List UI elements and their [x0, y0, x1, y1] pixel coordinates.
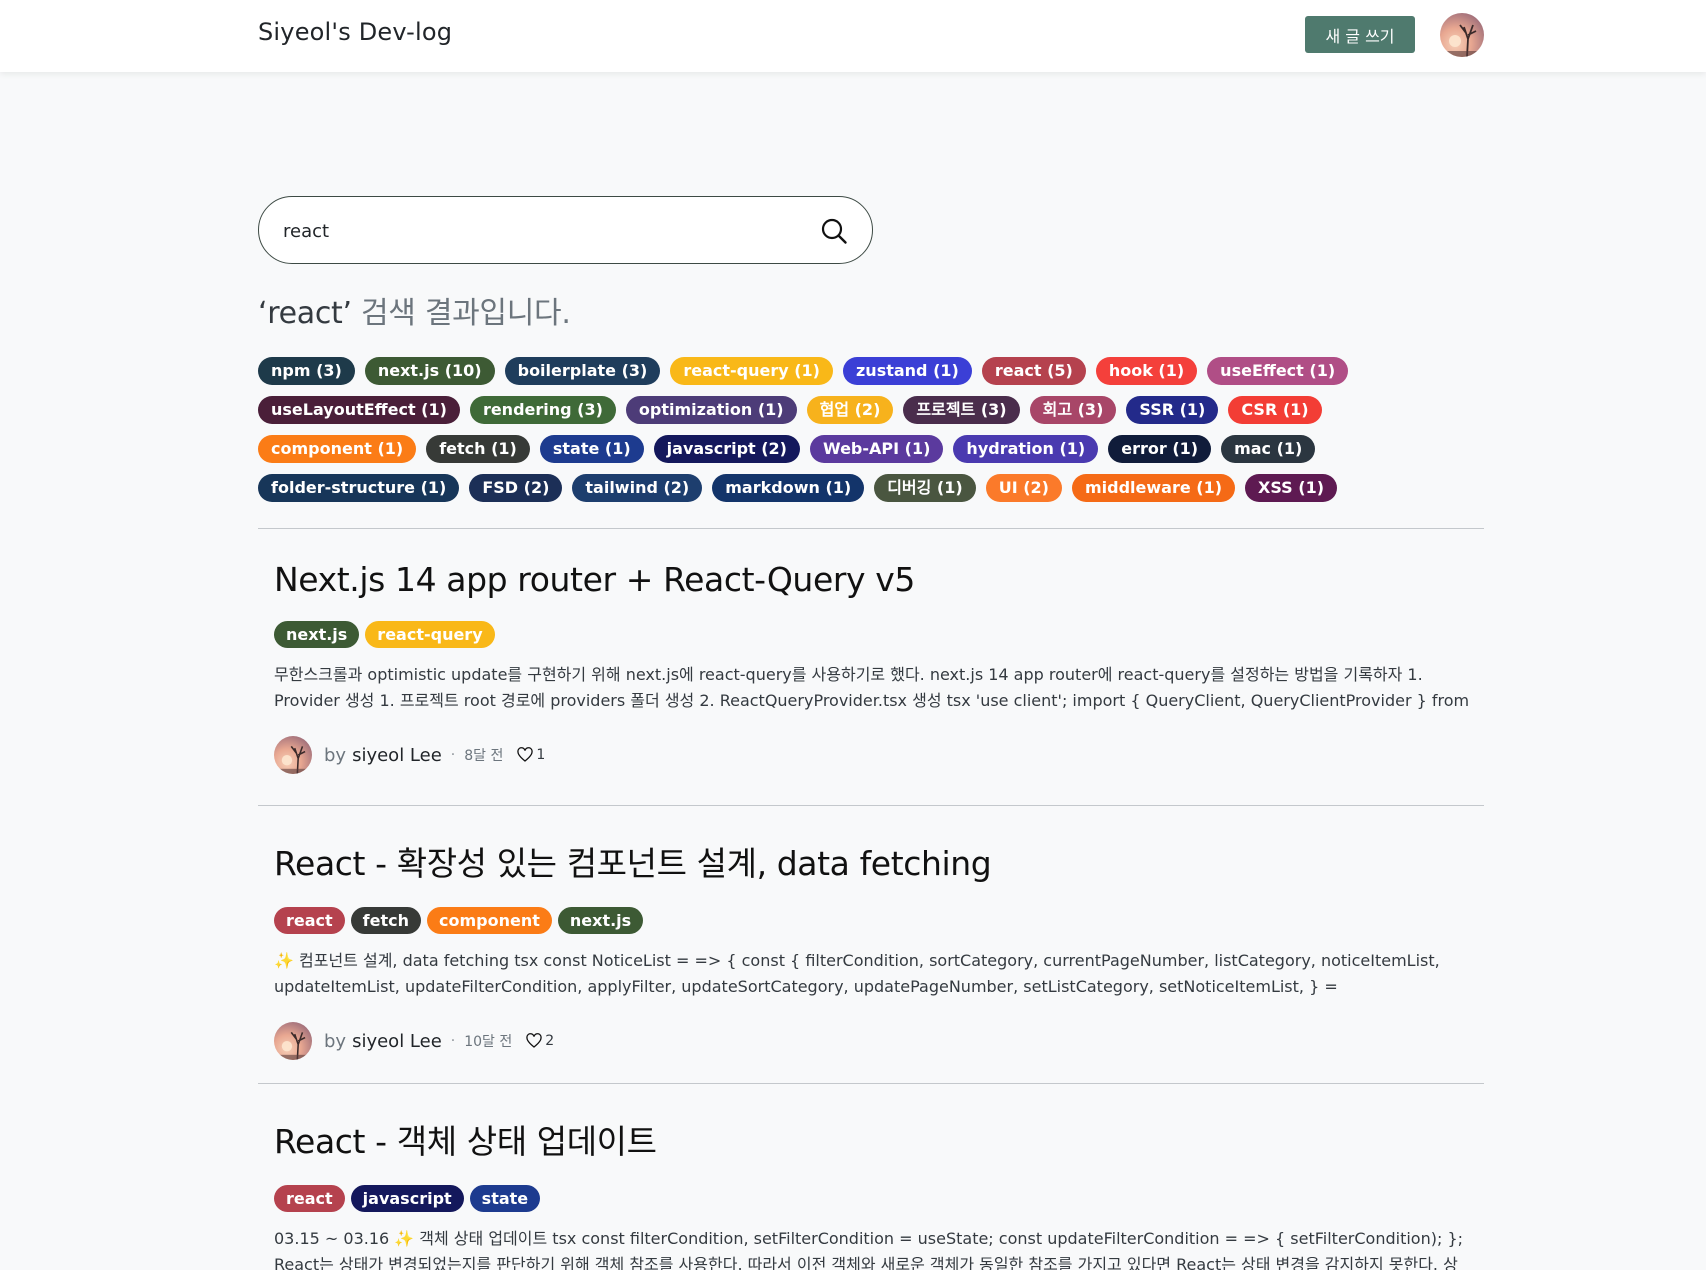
tag-filter-chip[interactable]: useEffect (1)	[1207, 357, 1349, 385]
tag-filter-chip[interactable]: 협업 (2)	[806, 396, 894, 424]
top-header: Siyeol's Dev-log 새 글 쓰기	[0, 0, 1706, 72]
search-query-text: ‘react’	[258, 296, 352, 331]
tag-filter-chip[interactable]: state (1)	[539, 435, 644, 463]
post-excerpt: ✨ 컴포넌트 설계, data fetching tsx const Notic…	[274, 951, 1440, 996]
heart-icon	[526, 1033, 542, 1048]
post-card[interactable]: Next.js 14 app router + React-Query v5 ne…	[274, 560, 1474, 774]
avatar-image	[274, 736, 312, 774]
like-count-value: 2	[545, 1033, 555, 1049]
post-tag-list: next.js react-query	[274, 621, 1474, 648]
meta-separator: ·	[450, 747, 456, 763]
search-box	[258, 196, 873, 264]
post-meta: by siyeol Lee · 8달 전 1	[274, 736, 1474, 774]
tag-filter-chip[interactable]: CSR (1)	[1228, 396, 1322, 424]
divider	[258, 805, 1484, 806]
post-meta: by siyeol Lee · 10달 전 2	[274, 1022, 1474, 1060]
tag-filter-chip[interactable]: hydration (1)	[953, 435, 1099, 463]
tag-filter-chip[interactable]: boilerplate (3)	[504, 357, 661, 385]
author-avatar[interactable]	[274, 736, 312, 774]
post-tag[interactable]: react-query	[365, 621, 495, 648]
post-tag[interactable]: fetch	[350, 907, 422, 934]
tag-filter-chip[interactable]: Web-API (1)	[810, 435, 944, 463]
tag-cloud: npm (3) next.js (10) boilerplate (3) react-…	[258, 357, 1488, 502]
by-label: by	[324, 1030, 347, 1052]
like-count-value: 1	[536, 747, 546, 763]
tag-filter-chip[interactable]: 프로젝트 (3)	[903, 396, 1020, 424]
tag-filter-chip[interactable]: component (1)	[258, 435, 417, 463]
tag-filter-chip[interactable]: useLayoutEffect (1)	[258, 396, 460, 424]
like-count[interactable]: 2	[526, 1033, 554, 1049]
tag-filter-chip[interactable]: SSR (1)	[1126, 396, 1219, 424]
author-avatar[interactable]	[274, 1022, 312, 1060]
post-tag[interactable]: react	[274, 1185, 345, 1212]
search-input[interactable]	[283, 215, 783, 247]
tag-filter-chip[interactable]: next.js (10)	[364, 357, 495, 385]
post-title[interactable]: React - 확장성 있는 컴포넌트 설계, data fetching	[274, 837, 1474, 885]
post-card[interactable]: React - 객체 상태 업데이트 react javascript state 03…	[274, 1115, 1474, 1270]
tag-filter-chip[interactable]: folder-structure (1)	[258, 474, 460, 502]
new-post-button[interactable]: 새 글 쓰기	[1305, 16, 1415, 53]
heart-icon	[517, 747, 534, 762]
post-time: 8달 전	[464, 748, 504, 764]
post-tag-list: react javascript state	[274, 1185, 1474, 1212]
site-logo[interactable]: Siyeol's Dev-log	[258, 18, 452, 46]
post-tag[interactable]: next.js	[274, 621, 360, 648]
avatar-image	[1440, 13, 1484, 57]
by-label: by	[324, 744, 347, 766]
post-title[interactable]: React - 객체 상태 업데이트	[274, 1115, 1474, 1163]
post-time: 10달 전	[464, 1034, 513, 1050]
search-result-title: ‘react’ 검색 결과입니다.	[258, 288, 571, 332]
post-tag[interactable]: state	[469, 1185, 541, 1212]
post-tag[interactable]: next.js	[557, 907, 644, 934]
tag-filter-chip[interactable]: 디버깅 (1)	[874, 474, 976, 502]
author-name[interactable]: siyeol Lee	[352, 745, 442, 766]
tag-filter-chip[interactable]: 회고 (3)	[1029, 396, 1117, 424]
meta-separator: ·	[450, 1033, 456, 1049]
post-excerpt: 무한스크롤과 optimistic update를 구현하기 위해 next.j…	[274, 665, 1470, 710]
tag-filter-chip[interactable]: javascript (2)	[653, 435, 800, 463]
search-icon[interactable]	[820, 217, 848, 245]
search-result-suffix: 검색 결과입니다.	[351, 296, 571, 331]
tag-filter-chip[interactable]: npm (3)	[258, 357, 355, 385]
like-count[interactable]: 1	[517, 747, 545, 763]
post-title[interactable]: Next.js 14 app router + React-Query v5	[274, 560, 1474, 599]
post-tag[interactable]: react	[274, 907, 345, 934]
tag-filter-chip[interactable]: mac (1)	[1221, 435, 1316, 463]
tag-filter-chip[interactable]: tailwind (2)	[572, 474, 703, 502]
post-tag[interactable]: javascript	[350, 1185, 464, 1212]
author-name[interactable]: siyeol Lee	[352, 1031, 442, 1052]
tag-filter-chip[interactable]: react-query (1)	[670, 357, 833, 385]
tag-filter-chip[interactable]: hook (1)	[1095, 357, 1198, 385]
tag-filter-chip[interactable]: FSD (2)	[469, 474, 563, 502]
divider	[258, 528, 1484, 529]
tag-filter-chip[interactable]: error (1)	[1108, 435, 1212, 463]
tag-filter-chip[interactable]: fetch (1)	[426, 435, 530, 463]
tag-filter-chip[interactable]: UI (2)	[985, 474, 1062, 502]
post-card[interactable]: React - 확장성 있는 컴포넌트 설계, data fetching rea…	[274, 837, 1474, 1060]
tag-filter-chip[interactable]: optimization (1)	[625, 396, 797, 424]
user-avatar[interactable]	[1440, 13, 1484, 57]
tag-filter-chip[interactable]: middleware (1)	[1071, 474, 1236, 502]
tag-filter-chip[interactable]: zustand (1)	[842, 357, 972, 385]
tag-filter-chip[interactable]: markdown (1)	[712, 474, 865, 502]
post-tag-list: react fetch component next.js	[274, 907, 1474, 934]
tag-filter-chip[interactable]: rendering (3)	[469, 396, 616, 424]
post-tag[interactable]: component	[427, 907, 552, 934]
avatar-image	[274, 1022, 312, 1060]
tag-filter-chip[interactable]: XSS (1)	[1245, 474, 1338, 502]
post-excerpt: 03.15 ~ 03.16 ✨ 객체 상태 업데이트 tsx const fil…	[274, 1229, 1464, 1270]
tag-filter-chip[interactable]: react (5)	[981, 357, 1086, 385]
divider	[258, 1083, 1484, 1084]
